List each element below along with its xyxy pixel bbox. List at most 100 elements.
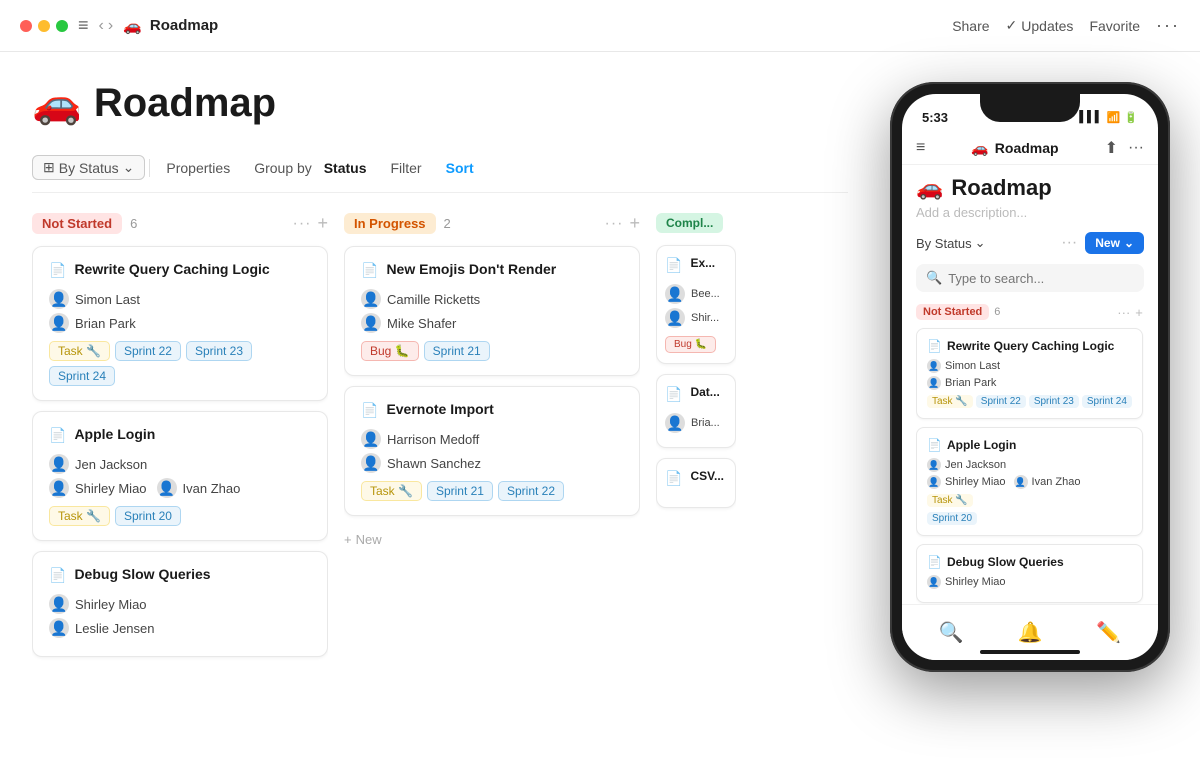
phone-col-more-ns[interactable]: ··· (1117, 305, 1130, 320)
phone-notch (980, 94, 1080, 122)
avatar-bee: 👤 (665, 284, 685, 304)
phone-tag-task[interactable]: Task 🔧 (927, 395, 973, 408)
tag-task-apple[interactable]: Task 🔧 (49, 506, 110, 526)
tag-sprint22[interactable]: Sprint 22 (115, 341, 181, 361)
column-not-started: Not Started 6 ··· + 📄 Rewrite Query Cach… (32, 213, 328, 771)
phone-card-debug[interactable]: 📄 Debug Slow Queries 👤 Shirley Miao (916, 544, 1143, 603)
tag-sprint23[interactable]: Sprint 23 (186, 341, 252, 361)
card-evernote[interactable]: 📄 Evernote Import 👤 Harrison Medoff 👤 Sh… (344, 386, 640, 516)
phone-person-shirley-apple: 👤 Shirley Miao 👤 Ivan Zhao (927, 475, 1132, 489)
title-emoji: 🚗 (32, 80, 82, 127)
phone-more-icon[interactable]: ··· (1128, 139, 1144, 157)
doc-icon: 📄 (361, 262, 378, 279)
phone-content: 🚗 Roadmap Add a description... By Status… (902, 165, 1158, 611)
tag-bug-emojis[interactable]: Bug 🐛 (361, 341, 419, 361)
card-apple-login[interactable]: 📄 Apple Login 👤 Jen Jackson 👤 Shirley Mi… (32, 411, 328, 541)
phone-bottom-bar: 🔍 🔔 ✏️ (902, 604, 1158, 660)
signal-icon: ▌▌▌ (1079, 111, 1102, 123)
phone-tag-s24[interactable]: Sprint 24 (1082, 395, 1132, 408)
phone-card-title-rewrite: 📄 Rewrite Query Caching Logic (927, 339, 1132, 353)
card-rewrite-query[interactable]: 📄 Rewrite Query Caching Logic 👤 Simon La… (32, 246, 328, 401)
phone-tag-s23[interactable]: Sprint 23 (1029, 395, 1079, 408)
phone-app-right-icons: ⬆ ··· (1105, 138, 1144, 158)
tag-task[interactable]: Task 🔧 (49, 341, 110, 361)
maximize-button[interactable] (56, 20, 68, 32)
phone-bell-icon[interactable]: 🔔 (1018, 620, 1043, 645)
phone-by-status[interactable]: By Status ⌄ (916, 235, 986, 251)
phone-search-bottom-icon[interactable]: 🔍 (939, 620, 964, 645)
toolbar-separator (149, 159, 150, 177)
person-brian: 👤 Brian Park (49, 313, 311, 333)
column-complete: Compl... 📄 Ex... 👤 Bee... 👤 Shir... (656, 213, 736, 771)
col-count-not-started: 6 (130, 216, 137, 231)
phone-new-button[interactable]: New ⌄ (1085, 232, 1144, 254)
phone-menu-icon[interactable]: ≡ (916, 139, 925, 157)
phone-filter-more[interactable]: ··· (1061, 234, 1077, 252)
phone-tag-task-apple[interactable]: Task 🔧 (927, 494, 973, 507)
new-in-progress[interactable]: + New (344, 526, 640, 553)
phone-status-icons: ▌▌▌ 📶 🔋 (1079, 111, 1138, 124)
person-bee: 👤 Bee... (665, 284, 727, 304)
card-title-export: 📄 Ex... (665, 256, 727, 274)
updates-button[interactable]: ✓ Updates (1006, 17, 1074, 34)
card-tags-emojis: Bug 🐛 Sprint 21 (361, 341, 623, 361)
phone-card-apple[interactable]: 📄 Apple Login 👤 Jen Jackson 👤 Shirley M (916, 427, 1143, 536)
avatar-ivan: 👤 (157, 478, 177, 498)
wifi-icon: 📶 (1107, 111, 1121, 124)
phone-card-rewrite[interactable]: 📄 Rewrite Query Caching Logic 👤 Simon La… (916, 328, 1143, 419)
group-by-value: Status (324, 160, 367, 176)
card-tags-rewrite: Task 🔧 Sprint 22 Sprint 23 Sprint 24 (49, 341, 311, 386)
more-options-button[interactable]: ··· (1156, 15, 1180, 36)
phone-col-header-ns: Not Started 6 ··· + (916, 304, 1143, 320)
tag-task-evernote[interactable]: Task 🔧 (361, 481, 422, 501)
phone-share-icon[interactable]: ⬆ (1105, 138, 1118, 158)
phone-tag-s22[interactable]: Sprint 22 (976, 395, 1026, 408)
col-more-in-progress[interactable]: ··· (605, 215, 624, 233)
phone-compose-icon[interactable]: ✏️ (1096, 620, 1121, 645)
card-csv[interactable]: 📄 CSV... (656, 458, 736, 508)
share-button[interactable]: Share (952, 18, 989, 34)
avatar-brian: 👤 (49, 313, 69, 333)
phone-page-title: 🚗 Roadmap (916, 175, 1144, 201)
sort-button[interactable]: Sort (434, 156, 486, 180)
col-add-in-progress[interactable]: + (629, 213, 640, 234)
forward-arrow[interactable]: › (108, 17, 113, 35)
phone-col-actions-ns: ··· + (1117, 305, 1143, 320)
tag-sprint21-ev[interactable]: Sprint 21 (427, 481, 493, 501)
properties-button[interactable]: Properties (154, 156, 242, 180)
filter-button[interactable]: Filter (378, 156, 433, 180)
doc-icon: 📄 (665, 257, 682, 274)
back-arrow[interactable]: ‹ (99, 17, 104, 35)
phone-search-input[interactable] (948, 271, 1134, 286)
card-dat[interactable]: 📄 Dat... 👤 Bria... (656, 374, 736, 448)
col-actions-not-started: ··· + (293, 213, 329, 234)
card-title-rewrite-query: 📄 Rewrite Query Caching Logic (49, 261, 311, 279)
group-by-button[interactable]: Group by Status (242, 156, 378, 180)
card-title-apple-login: 📄 Apple Login (49, 426, 311, 444)
close-button[interactable] (20, 20, 32, 32)
phone-search-icon: 🔍 (926, 270, 942, 286)
card-new-emojis[interactable]: 📄 New Emojis Don't Render 👤 Camille Rick… (344, 246, 640, 376)
page-emoji: 🚗 (123, 17, 142, 35)
view-by-status[interactable]: ⊞ By Status ⌄ (32, 155, 145, 180)
col-add-not-started[interactable]: + (317, 213, 328, 234)
minimize-button[interactable] (38, 20, 50, 32)
column-in-progress: In Progress 2 ··· + 📄 New Emojis Don't R… (344, 213, 640, 771)
tag-sprint20[interactable]: Sprint 20 (115, 506, 181, 526)
card-tags-apple: Task 🔧 Sprint 20 (49, 506, 311, 526)
check-icon: ✓ (1006, 17, 1018, 34)
phone-col-add-ns[interactable]: + (1135, 305, 1143, 320)
phone-tag-s20[interactable]: Sprint 20 (927, 512, 977, 525)
menu-icon[interactable]: ≡ (78, 15, 89, 36)
favorite-button[interactable]: Favorite (1089, 18, 1140, 34)
phone-avatar-jen: 👤 (927, 458, 941, 472)
card-export[interactable]: 📄 Ex... 👤 Bee... 👤 Shir... Bug 🐛 (656, 245, 736, 364)
tag-sprint22-ev[interactable]: Sprint 22 (498, 481, 564, 501)
col-more-not-started[interactable]: ··· (293, 215, 312, 233)
tag-bug-export[interactable]: Bug 🐛 (665, 336, 716, 353)
phone-col-count-ns: 6 (994, 306, 1000, 318)
main-content: 🚗 Roadmap ⊞ By Status ⌄ Properties Group… (0, 52, 1200, 778)
tag-sprint24[interactable]: Sprint 24 (49, 366, 115, 386)
card-debug-slow[interactable]: 📄 Debug Slow Queries 👤 Shirley Miao 👤 Le… (32, 551, 328, 657)
tag-sprint21[interactable]: Sprint 21 (424, 341, 490, 361)
